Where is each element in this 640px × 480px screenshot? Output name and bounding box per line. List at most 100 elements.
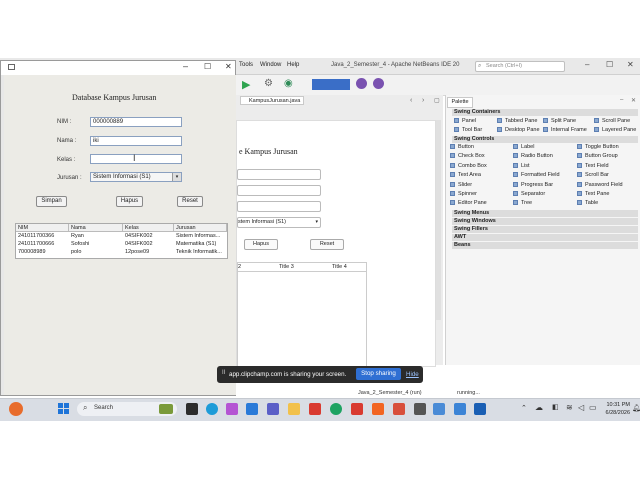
nim-field[interactable]: 000000889 — [90, 117, 182, 127]
memory-indicator[interactable] — [312, 79, 350, 90]
palette-item[interactable]: Scroll Pane — [594, 117, 630, 125]
menu-help[interactable]: Help — [287, 62, 299, 68]
app-icon-orange[interactable] — [393, 403, 405, 415]
minimize-icon[interactable]: – — [585, 60, 589, 69]
palette-item[interactable]: Split Pane — [543, 117, 576, 125]
wifi-icon[interactable]: ≋ — [566, 403, 573, 412]
edge-icon[interactable] — [206, 403, 218, 415]
stop-sharing-button[interactable]: Stop sharing — [356, 368, 401, 380]
chevron-down-icon[interactable]: ▾ — [172, 173, 181, 181]
app-icon-blue-2[interactable] — [474, 403, 486, 415]
copilot-icon[interactable] — [226, 403, 238, 415]
taskbar-search[interactable]: ⌕ Search — [77, 402, 177, 416]
app-icon-red-2[interactable] — [351, 403, 363, 415]
chevron-left-icon[interactable]: ‹ — [410, 97, 412, 104]
palette-item[interactable]: Editor Pane — [450, 199, 487, 207]
palette-item[interactable]: Combo Box — [450, 162, 487, 170]
palette-item[interactable]: Tree — [513, 199, 532, 207]
palette-item[interactable]: Text Pane — [577, 190, 609, 198]
chrome-icon[interactable] — [330, 403, 342, 415]
chevron-right-icon[interactable]: › — [422, 97, 424, 104]
debug-icon[interactable]: ⚙ — [264, 78, 273, 89]
palette-item[interactable]: Desktop Pane — [497, 126, 540, 134]
jurusan-combo[interactable]: Sistem Informasi (S1) ▾ — [90, 172, 182, 182]
editor-tab[interactable]: KampusJurusan.java — [240, 96, 304, 105]
app-icon-blue[interactable] — [454, 403, 466, 415]
palette-item[interactable]: Spinner — [450, 190, 477, 198]
palette-item[interactable]: Text Area — [450, 171, 481, 179]
palette-item[interactable]: Internal Frame — [543, 126, 587, 134]
maximize-icon[interactable]: ☐ — [606, 60, 613, 69]
palette-item[interactable]: Text Field — [577, 162, 609, 170]
clock-date[interactable]: 6/28/2026 — [603, 410, 630, 416]
task-view-icon[interactable] — [186, 403, 198, 415]
palette-item[interactable]: Formatted Field — [513, 171, 560, 179]
table-header-cell[interactable]: Jurusan — [174, 224, 227, 232]
palette-close-icon[interactable]: ✕ — [631, 97, 636, 104]
reset-button[interactable]: Reset — [177, 196, 203, 207]
kelas-field[interactable] — [90, 154, 182, 164]
volume-icon[interactable]: ◁ — [578, 403, 584, 412]
editor-scrollbar[interactable] — [436, 120, 441, 320]
store-icon[interactable] — [246, 403, 258, 415]
run-icon[interactable]: ▶ — [242, 78, 250, 91]
nama-field[interactable]: iki — [90, 136, 182, 146]
palette-item[interactable]: Radio Button — [513, 152, 553, 160]
palette-item[interactable]: Progress Bar — [513, 181, 553, 189]
profiler-icon-2[interactable] — [373, 78, 384, 89]
window-restore-icon[interactable]: ▢ — [434, 97, 440, 104]
palette-cat-beans[interactable]: Beans — [452, 242, 638, 249]
onedrive-icon[interactable]: ☁ — [535, 403, 543, 412]
windows-start-icon[interactable] — [58, 403, 70, 415]
palette-tab[interactable]: Palette — [447, 97, 473, 108]
palette-item[interactable]: Tool Bar — [454, 126, 482, 134]
weather-icon[interactable] — [9, 402, 23, 416]
notification-bell-icon[interactable]: 🔔︎ — [632, 404, 640, 412]
palette-cat-containers[interactable]: Swing Containers — [452, 109, 638, 116]
app-icon-red[interactable] — [309, 403, 321, 415]
close-icon[interactable]: ✕ — [627, 60, 634, 69]
palette-item[interactable]: Check Box — [450, 152, 485, 160]
file-explorer-icon[interactable] — [288, 403, 300, 415]
table-row[interactable]: 241011700366 Ryan 04SIFK002 Sistem Informas… — [16, 232, 227, 240]
palette-item[interactable]: Scroll Bar — [577, 171, 609, 179]
palette-cat-fillers[interactable]: Swing Fillers — [452, 226, 638, 233]
palette-item[interactable]: Slider — [450, 181, 472, 189]
hide-link[interactable]: Hide — [406, 371, 419, 378]
designer-nim-field[interactable] — [237, 169, 321, 180]
ide-search-box[interactable]: ⌕ Search (Ctrl+I) — [475, 61, 565, 72]
palette-cat-controls[interactable]: Swing Controls — [452, 136, 638, 143]
table-header-cell[interactable]: Nama — [69, 224, 123, 232]
palette-cat-menus[interactable]: Swing Menus — [452, 210, 638, 217]
app-icon-gray[interactable] — [414, 403, 426, 415]
palette-item[interactable]: Button Group — [577, 152, 618, 160]
palette-item[interactable]: Table — [577, 199, 598, 207]
clock-time[interactable]: 10:31 PM — [605, 402, 630, 408]
menu-window[interactable]: Window — [260, 62, 281, 68]
palette-item[interactable]: Toggle Button — [577, 143, 619, 151]
netbeans-taskbar-icon[interactable] — [433, 403, 445, 415]
form-maximize-icon[interactable]: ☐ — [204, 62, 211, 71]
palette-item[interactable]: List — [513, 162, 530, 170]
designer-hapus-button[interactable]: Hapus — [244, 239, 278, 250]
battery-icon[interactable]: ▭ — [589, 403, 597, 412]
palette-item[interactable]: Tabbed Pane — [497, 117, 537, 125]
form-close-icon[interactable]: ✕ — [225, 62, 232, 71]
table-header-cell[interactable]: NIM — [16, 224, 69, 232]
designer-table[interactable]: 2 Title 3 Title 4 — [237, 262, 367, 368]
palette-item[interactable]: Separator — [513, 190, 545, 198]
profile-icon[interactable]: ◉ — [284, 78, 293, 89]
table-row[interactable]: 241011700666 Sofoshi 04SIFK002 Matematika (… — [16, 240, 227, 248]
clipchamp-tray-icon[interactable]: ◧ — [552, 403, 559, 411]
table-row[interactable]: 700008989 polo 12pose09 Teknik Informatik..… — [16, 248, 227, 256]
form-minimize-icon[interactable]: – — [183, 61, 188, 71]
hapus-button[interactable]: Hapus — [116, 196, 143, 207]
palette-item[interactable]: Panel — [454, 117, 476, 125]
designer-kelas-field[interactable] — [237, 201, 321, 212]
palette-item[interactable]: Label — [513, 143, 534, 151]
palette-cat-windows[interactable]: Swing Windows — [452, 218, 638, 225]
palette-minimize-icon[interactable]: – — [620, 97, 623, 103]
chevron-up-icon[interactable]: ⌃ — [521, 404, 527, 412]
palette-item[interactable]: Button — [450, 143, 474, 151]
simpan-button[interactable]: Simpan — [36, 196, 67, 207]
